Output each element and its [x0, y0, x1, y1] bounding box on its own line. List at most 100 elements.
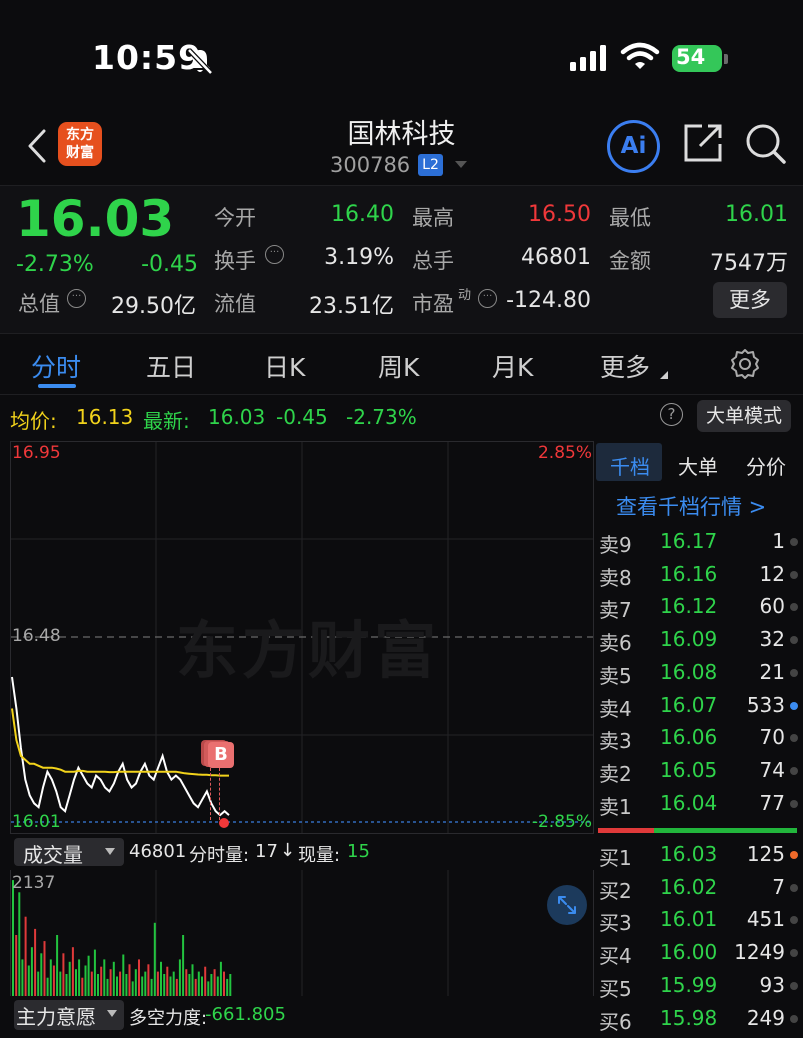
- tab-daily-k[interactable]: 日K: [264, 348, 305, 384]
- volume-bar: [134, 969, 137, 996]
- ask-level-row[interactable]: 卖5 16.08 21: [594, 656, 803, 689]
- bid-level-price: 15.98: [660, 1005, 718, 1030]
- ask-level-row[interactable]: 卖3 16.06 70: [594, 721, 803, 754]
- ask-level-volume: 60: [759, 594, 785, 619]
- bid-level-volume: 93: [759, 972, 785, 997]
- ask-level-price: 16.16: [660, 561, 718, 586]
- info-dots-icon[interactable]: ···: [478, 289, 497, 308]
- ask-level-price: 16.04: [660, 790, 718, 815]
- bid-level-row[interactable]: 买3 16.01 451: [594, 903, 803, 936]
- open-label: 今开: [214, 206, 256, 230]
- avg-label: 均价:: [10, 409, 57, 433]
- ask-level-volume: 12: [759, 561, 785, 586]
- volume-bar: [109, 969, 112, 996]
- bid-level-row[interactable]: 买6 15.98 249: [594, 1002, 803, 1035]
- status-dot: [790, 766, 798, 775]
- info-dots-icon[interactable]: ···: [265, 245, 284, 264]
- main-force-select[interactable]: 主力意愿: [14, 1000, 124, 1030]
- pe-sup: 动: [458, 288, 472, 303]
- tab-more[interactable]: 更多: [600, 348, 650, 384]
- tab-big-orders[interactable]: 大单: [678, 451, 718, 480]
- volume-bar: [178, 959, 181, 996]
- volume-bar: [37, 971, 40, 996]
- more-button[interactable]: 更多: [713, 282, 787, 318]
- intraday-chart[interactable]: 东方财富 16.95 16.48 16.01 2.85% -2.85% B: [10, 441, 594, 834]
- volume-bar: [122, 954, 125, 996]
- ai-assistant-button[interactable]: Ai: [607, 120, 660, 173]
- volume-bar: [84, 965, 87, 996]
- bid-level-row[interactable]: 买2 16.02 7: [594, 871, 803, 904]
- avg-value: 16.13: [76, 405, 134, 429]
- volume-bar: [204, 966, 207, 996]
- volume-bar: [172, 971, 175, 996]
- ask-level-price: 16.05: [660, 757, 718, 782]
- pe-value: -124.80: [506, 288, 591, 313]
- help-icon[interactable]: ?: [660, 403, 683, 426]
- tab-intraday[interactable]: 分时: [31, 348, 81, 384]
- bid-level-row[interactable]: 买5 15.99 93: [594, 969, 803, 1002]
- ask-level-label: 卖8: [599, 565, 632, 590]
- tab-five-day[interactable]: 五日: [146, 348, 196, 384]
- volume-header: 成交量 46801 分时量: 17 ↓ 现量: 15: [0, 834, 594, 870]
- active-tab-indicator: [38, 384, 76, 388]
- volume-bar: [188, 974, 191, 996]
- status-dot: [790, 570, 798, 579]
- volume-bar: [34, 928, 37, 996]
- bid-level-row[interactable]: 买4 16.00 1249: [594, 936, 803, 969]
- volume-bar: [147, 964, 150, 996]
- buy-marker[interactable]: B: [201, 740, 235, 768]
- period-tabs: 分时 五日 日K 周K 月K 更多: [0, 333, 803, 395]
- settings-gear-icon[interactable]: [729, 348, 761, 380]
- status-dot: [790, 916, 798, 925]
- bid-ratio-bar: [654, 828, 797, 833]
- ask-level-volume: 21: [759, 659, 785, 684]
- current-volume-value: 15: [347, 841, 370, 862]
- volume-bar: [213, 969, 216, 996]
- indicator-select-label: 成交量: [23, 843, 83, 867]
- battery-tip: [724, 54, 728, 64]
- ask-level-row[interactable]: 卖4 16.07 533: [594, 689, 803, 722]
- volume-bar: [49, 959, 52, 996]
- ask-level-row[interactable]: 卖2 16.05 74: [594, 754, 803, 787]
- float-label: 流值: [214, 292, 256, 316]
- search-icon[interactable]: [744, 122, 788, 166]
- price-summary-bar: 均价: 16.13 最新: 16.03 -0.45 -2.73% ? 大单模式: [0, 396, 803, 440]
- tab-thousand-levels[interactable]: 千档: [610, 451, 650, 480]
- tab-price-distribution[interactable]: 分价: [746, 451, 786, 480]
- volume-bar: [169, 976, 172, 996]
- indicator-select[interactable]: 成交量: [14, 838, 124, 867]
- volume-bar: [119, 971, 122, 996]
- info-dots-icon[interactable]: ···: [67, 289, 86, 308]
- volume-bar: [87, 955, 90, 996]
- signal-icon: [570, 45, 606, 71]
- volume-total: 46801: [129, 841, 187, 862]
- volume-bar: [18, 892, 21, 996]
- view-thousand-levels-link[interactable]: 查看千档行情 >: [616, 491, 766, 521]
- ask-level-price: 16.17: [660, 529, 718, 553]
- bid-level-price: 16.01: [660, 907, 718, 932]
- volume-bar: [71, 947, 74, 996]
- volume-bar: [40, 953, 43, 996]
- expand-button[interactable]: [547, 885, 587, 925]
- ask-level-row[interactable]: 卖8 16.16 12: [594, 558, 803, 591]
- avg-price-line: [11, 708, 229, 777]
- tab-monthly-k[interactable]: 月K: [492, 348, 533, 384]
- volume-bar: [131, 981, 134, 996]
- volume-bar: [223, 971, 225, 996]
- share-icon[interactable]: [682, 122, 724, 164]
- bid-level-row[interactable]: 买1 16.03 125: [594, 838, 803, 871]
- ask-level-label: 卖9: [599, 533, 632, 557]
- tab-weekly-k[interactable]: 周K: [378, 348, 419, 384]
- ask-level-row[interactable]: 卖6 16.09 32: [594, 623, 803, 656]
- big-order-mode-button[interactable]: 大单模式: [697, 400, 791, 432]
- down-arrow-icon: ↓: [280, 840, 296, 861]
- battery-icon: 54: [672, 45, 722, 72]
- volume-bar: [68, 961, 71, 996]
- bid-levels: 买1 16.03 125 买2 16.02 7 买3 16.01 451 买4 16.00 1249 买…: [594, 838, 803, 1038]
- ask-level-row[interactable]: 卖9 16.17 1: [594, 525, 803, 558]
- ask-level-row[interactable]: 卖1 16.04 77: [594, 787, 803, 820]
- dropdown-triangle-icon[interactable]: [454, 160, 468, 170]
- volume-bar: [216, 976, 219, 996]
- ask-level-row[interactable]: 卖7 16.12 60: [594, 590, 803, 623]
- volume-bar: [163, 974, 166, 996]
